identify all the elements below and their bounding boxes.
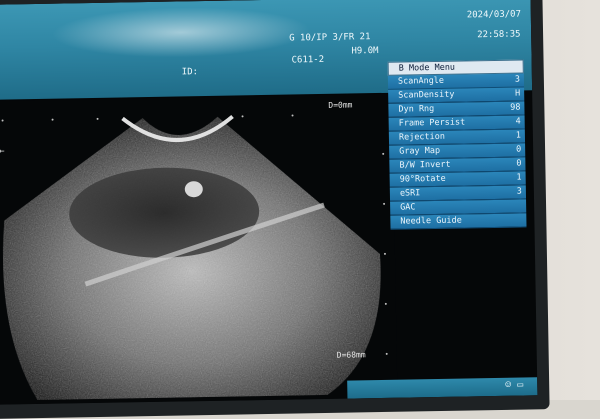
menu-item-value: 3 — [516, 186, 522, 197]
probe-name: C611-2 — [291, 54, 325, 66]
date-display: 2024/03/07 — [466, 9, 522, 21]
menu-item-value: 1 — [516, 172, 522, 183]
menu-item-value: 3 — [514, 74, 521, 85]
menu-item-label: 90°Rotate — [399, 173, 446, 185]
depth-top-label: D=0mm — [328, 100, 353, 110]
menu-item-needle-guide[interactable]: Needle Guide — [390, 213, 527, 230]
menu-item-value: H — [514, 88, 521, 99]
menu-item-label: Frame Persist — [398, 117, 466, 129]
menu-item-value: 98 — [510, 102, 521, 113]
menu-item-label: ScanAngle — [397, 75, 445, 87]
menu-item-label: Dyn Rng — [398, 104, 435, 115]
status-icons: ☺ ▭ — [505, 379, 524, 391]
menu-item-label: Rejection — [398, 131, 446, 143]
menu-item-value: 4 — [515, 116, 521, 127]
menu-item-value: 0 — [515, 144, 522, 155]
menu-item-label: Needle Guide — [400, 215, 462, 227]
depth-bottom-label: D=68mm — [336, 350, 366, 360]
bottom-status-bar: ☺ ▭ — [347, 377, 538, 399]
menu-item-label: ScanDensity — [398, 89, 455, 101]
menu-item-label: GAC — [400, 202, 416, 213]
time-display: 22:58:35 — [477, 29, 521, 41]
b-mode-menu: B Mode Menu ScanAngle 3 ScanDensity H Dy… — [387, 59, 527, 230]
frequency-mode: H9.0M — [351, 45, 379, 57]
ultrasound-image: D=0mm D=68mm — [0, 93, 398, 405]
ultrasound-screen: 2024/03/07 22:58:35 G 10/IP 3/FR 21 ID: … — [0, 0, 538, 405]
menu-item-label: B/W Invert — [399, 159, 451, 171]
orientation-marker: ← — [0, 146, 5, 157]
menu-item-value: 1 — [515, 130, 522, 141]
menu-item-label: Gray Map — [399, 145, 441, 157]
screen-glare — [50, 5, 312, 60]
patient-id-label: ID: — [181, 67, 199, 78]
menu-item-value: 0 — [516, 158, 522, 169]
menu-item-label: eSRI — [399, 188, 421, 199]
acquisition-params: G 10/IP 3/FR 21 — [289, 32, 371, 44]
